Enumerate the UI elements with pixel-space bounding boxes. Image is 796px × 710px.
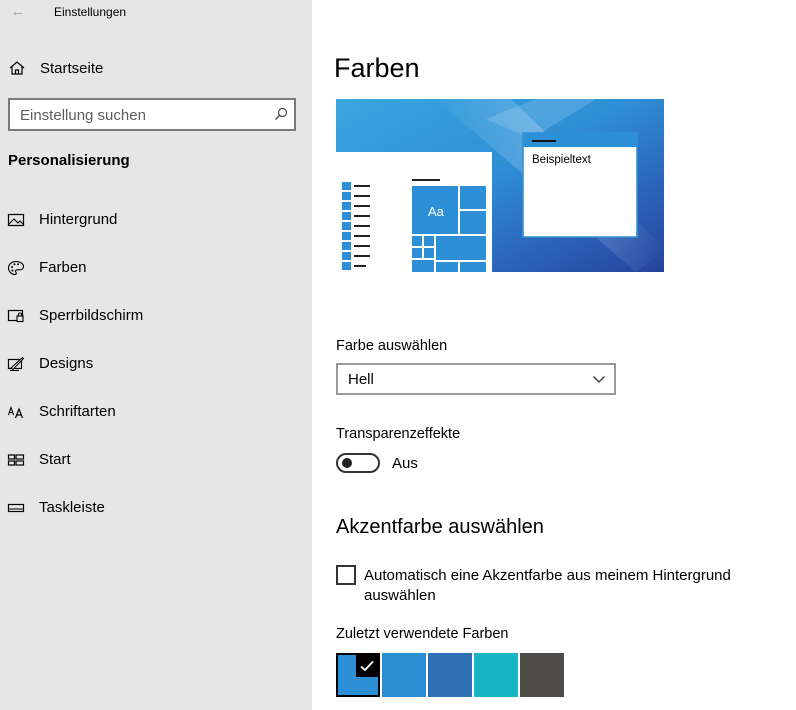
sidebar-item-label: Farben [39, 259, 87, 276]
color-preview: Aa Beispieltext [336, 99, 664, 272]
preview-list [342, 182, 370, 270]
color-select-label: Farbe auswählen [336, 338, 448, 354]
color-swatch[interactable] [474, 653, 518, 697]
recent-colors-label: Zuletzt verwendete Farben [336, 626, 509, 642]
sidebar-item-designs[interactable]: Designs [0, 348, 312, 396]
sidebar-item-sperrbildschirm[interactable]: Sperrbildschirm [0, 300, 312, 348]
sidebar-item-home[interactable]: Startseite [0, 52, 312, 84]
sidebar-item-label: Taskleiste [39, 499, 105, 516]
home-label: Startseite [40, 60, 104, 77]
search-box[interactable] [8, 98, 296, 131]
sidebar-item-label: Designs [39, 355, 94, 372]
preview-sample-text: Beispieltext [532, 154, 591, 166]
transparency-toggle[interactable] [336, 453, 380, 473]
auto-accent-checkbox[interactable] [336, 565, 356, 585]
lock-screen-icon [7, 309, 24, 323]
preview-tile-text: Aa [428, 204, 444, 219]
preview-image [336, 99, 664, 272]
back-arrow-icon: ← [10, 3, 26, 20]
sidebar-item-label: Hintergrund [39, 211, 118, 228]
auto-accent-label[interactable]: Automatisch eine Akzentfarbe aus meinem … [364, 566, 784, 606]
search-input[interactable] [20, 105, 260, 125]
color-swatch[interactable] [382, 653, 426, 697]
image-icon [7, 213, 25, 227]
sidebar-item-start[interactable]: Start [0, 444, 312, 492]
palette-icon [7, 260, 25, 276]
sidebar-item-label: Schriftarten [39, 403, 116, 420]
main-content: Farben Aa Beispieltext Farbe auswählen H… [312, 0, 796, 710]
transparency-label: Transparenzeffekte [336, 426, 461, 442]
accent-title: Akzentfarbe auswählen [336, 516, 544, 538]
home-icon [9, 61, 25, 75]
sidebar-item-schriftarten[interactable]: Schriftarten [0, 396, 312, 444]
color-mode-dropdown[interactable]: Hell [336, 363, 616, 395]
section-title: Personalisierung [8, 152, 130, 169]
color-swatch[interactable] [520, 653, 564, 697]
checkmark-icon [360, 660, 374, 672]
chevron-down-icon [593, 376, 605, 383]
page-title: Farben [334, 53, 420, 83]
toggle-knob [342, 458, 352, 468]
taskbar-icon [7, 503, 25, 513]
search-icon[interactable] [274, 107, 288, 121]
color-swatch[interactable] [428, 653, 472, 697]
selected-mark [356, 655, 378, 677]
back-button[interactable]: ← [8, 2, 28, 22]
sidebar-nav: Hintergrund Farben Sperrbildschirm Desig… [0, 204, 312, 540]
sidebar: ← Einstellungen Startseite Personalisier… [0, 0, 312, 710]
sidebar-item-label: Sperrbildschirm [39, 307, 144, 324]
color-swatch[interactable] [336, 653, 380, 697]
sidebar-item-farben[interactable]: Farben [0, 252, 312, 300]
fonts-icon [7, 405, 24, 419]
sidebar-item-hintergrund[interactable]: Hintergrund [0, 204, 312, 252]
sidebar-item-taskleiste[interactable]: Taskleiste [0, 492, 312, 540]
designs-icon [7, 356, 25, 371]
title-bar: ← Einstellungen [0, 0, 312, 26]
dropdown-value: Hell [348, 371, 374, 388]
toggle-state-label: Aus [392, 455, 418, 472]
start-icon [7, 454, 25, 466]
window-title: Einstellungen [54, 5, 127, 19]
sidebar-item-label: Start [39, 451, 71, 468]
